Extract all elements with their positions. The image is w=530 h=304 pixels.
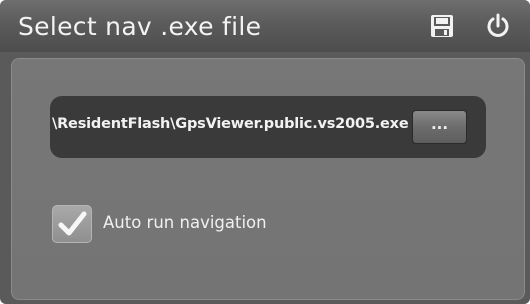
floppy-disk-icon [431,15,453,37]
content-panel: \ResidentFlash\GpsViewer.public.vs2005.e… [11,58,525,300]
title-bar: Select nav .exe file [0,0,530,52]
window-title: Select nav .exe file [18,12,262,41]
checkmark-icon [58,211,87,236]
power-icon [487,13,509,37]
browse-button[interactable]: ... [412,110,467,144]
dialog-window: Select nav .exe file \ResidentFlash\GpsV… [0,0,530,304]
auto-run-label: Auto run navigation [103,213,267,232]
save-button[interactable] [428,12,456,40]
auto-run-checkbox[interactable] [52,205,92,243]
power-button[interactable] [484,12,512,40]
file-path-text: \ResidentFlash\GpsViewer.public.vs2005.e… [52,116,409,132]
file-path-field: \ResidentFlash\GpsViewer.public.vs2005.e… [50,96,486,158]
